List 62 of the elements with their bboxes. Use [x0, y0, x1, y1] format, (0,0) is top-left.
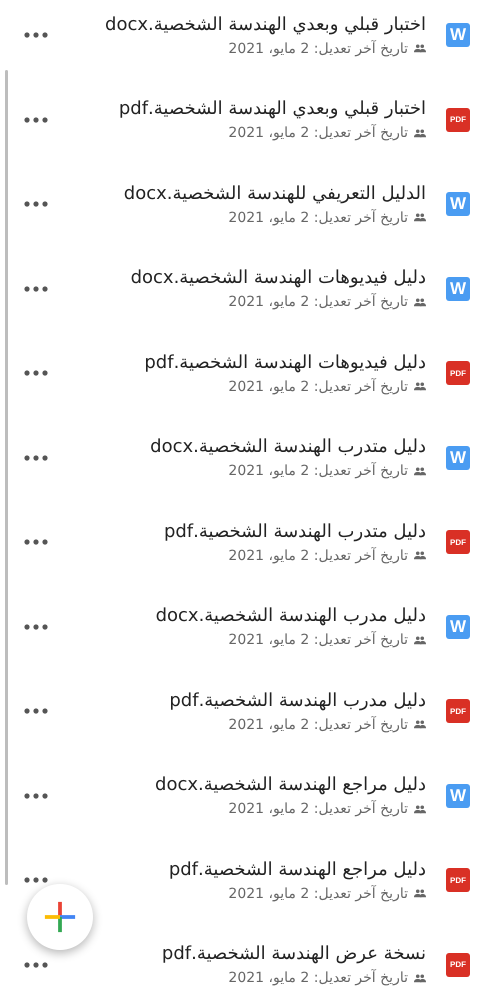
- file-type-icon: PDF: [446, 952, 470, 977]
- file-name[interactable]: اختبار قبلي وبعدي الهندسة الشخصية.pdf: [48, 98, 426, 120]
- more-options-icon[interactable]: [24, 624, 48, 630]
- more-options-icon[interactable]: [24, 370, 48, 376]
- modified-date: تاريخ آخر تعديل: 2 مايو، 2021: [228, 378, 408, 395]
- more-options-icon[interactable]: [24, 962, 48, 968]
- more-options-icon[interactable]: [24, 116, 48, 123]
- modified-date: تاريخ آخر تعديل: 2 مايو، 2021: [228, 548, 408, 564]
- more-options-icon[interactable]: [24, 454, 48, 461]
- modified-date: تاريخ آخر تعديل: 2 مايو، 2021: [228, 125, 408, 142]
- people-icon: [414, 720, 426, 730]
- file-name[interactable]: الدليل التعريفي للهندسة الشخصية.docx: [48, 182, 426, 204]
- file-type-icon: PDF: [446, 530, 470, 554]
- file-name[interactable]: نسخة عرض الهندسة الشخصية.pdf: [48, 943, 426, 964]
- file-type-icon: PDF: [446, 699, 470, 724]
- people-icon: [414, 636, 426, 645]
- modified-date: تاريخ آخر تعديل: 2 مايو، 2021: [228, 632, 408, 648]
- plus-icon: [43, 900, 77, 934]
- file-type-icon: W: [446, 446, 470, 470]
- people-icon: [414, 551, 426, 560]
- scrollbar[interactable]: [5, 70, 8, 885]
- file-type-icon: W: [446, 192, 470, 216]
- people-icon: [414, 44, 426, 54]
- people-icon: [414, 804, 426, 814]
- file-name[interactable]: دليل مراجع الهندسة الشخصية.pdf: [48, 858, 426, 880]
- people-icon: [414, 382, 426, 392]
- more-options-icon[interactable]: [24, 792, 48, 799]
- file-type-icon: PDF: [446, 108, 470, 132]
- file-name[interactable]: دليل فيديوهات الهندسة الشخصية.pdf: [48, 352, 426, 373]
- modified-date: تاريخ آخر تعديل: 2 مايو، 2021: [228, 40, 408, 57]
- file-name[interactable]: دليل متدرب الهندسة الشخصية.docx: [48, 436, 426, 458]
- people-icon: [414, 298, 426, 307]
- file-type-icon: W: [446, 614, 470, 639]
- more-options-icon[interactable]: [24, 201, 48, 208]
- file-type-icon: W: [446, 784, 470, 808]
- modified-date: تاريخ آخر تعديل: 2 مايو، 2021: [228, 886, 408, 902]
- people-icon: [414, 889, 426, 898]
- more-options-icon[interactable]: [24, 539, 48, 546]
- file-name[interactable]: اختبار قبلي وبعدي الهندسة الشخصية.docx: [48, 14, 426, 35]
- modified-date: تاريخ آخر تعديل: 2 مايو، 2021: [228, 463, 408, 480]
- file-name[interactable]: دليل مراجع الهندسة الشخصية.docx: [48, 774, 426, 796]
- more-options-icon[interactable]: [24, 708, 48, 714]
- people-icon: [414, 466, 426, 476]
- people-icon: [414, 213, 426, 222]
- modified-date: تاريخ آخر تعديل: 2 مايو، 2021: [228, 294, 408, 310]
- file-name[interactable]: دليل متدرب الهندسة الشخصية.pdf: [48, 520, 426, 542]
- modified-date: تاريخ آخر تعديل: 2 مايو، 2021: [228, 801, 408, 818]
- file-type-icon: W: [446, 276, 470, 301]
- more-options-icon[interactable]: [24, 877, 48, 884]
- people-icon: [414, 128, 426, 138]
- file-type-icon: PDF: [446, 361, 470, 386]
- people-icon: [414, 974, 426, 983]
- file-type-icon: W: [446, 23, 470, 48]
- file-name[interactable]: دليل فيديوهات الهندسة الشخصية.docx: [48, 267, 426, 288]
- file-name[interactable]: دليل مدرب الهندسة الشخصية.docx: [48, 605, 426, 626]
- modified-date: تاريخ آخر تعديل: 2 مايو، 2021: [228, 716, 408, 733]
- modified-date: تاريخ آخر تعديل: 2 مايو، 2021: [228, 970, 408, 986]
- modified-date: تاريخ آخر تعديل: 2 مايو، 2021: [228, 210, 408, 226]
- file-name[interactable]: دليل مدرب الهندسة الشخصية.pdf: [48, 690, 426, 711]
- more-options-icon[interactable]: [24, 286, 48, 292]
- more-options-icon[interactable]: [24, 32, 48, 38]
- file-type-icon: PDF: [446, 868, 470, 892]
